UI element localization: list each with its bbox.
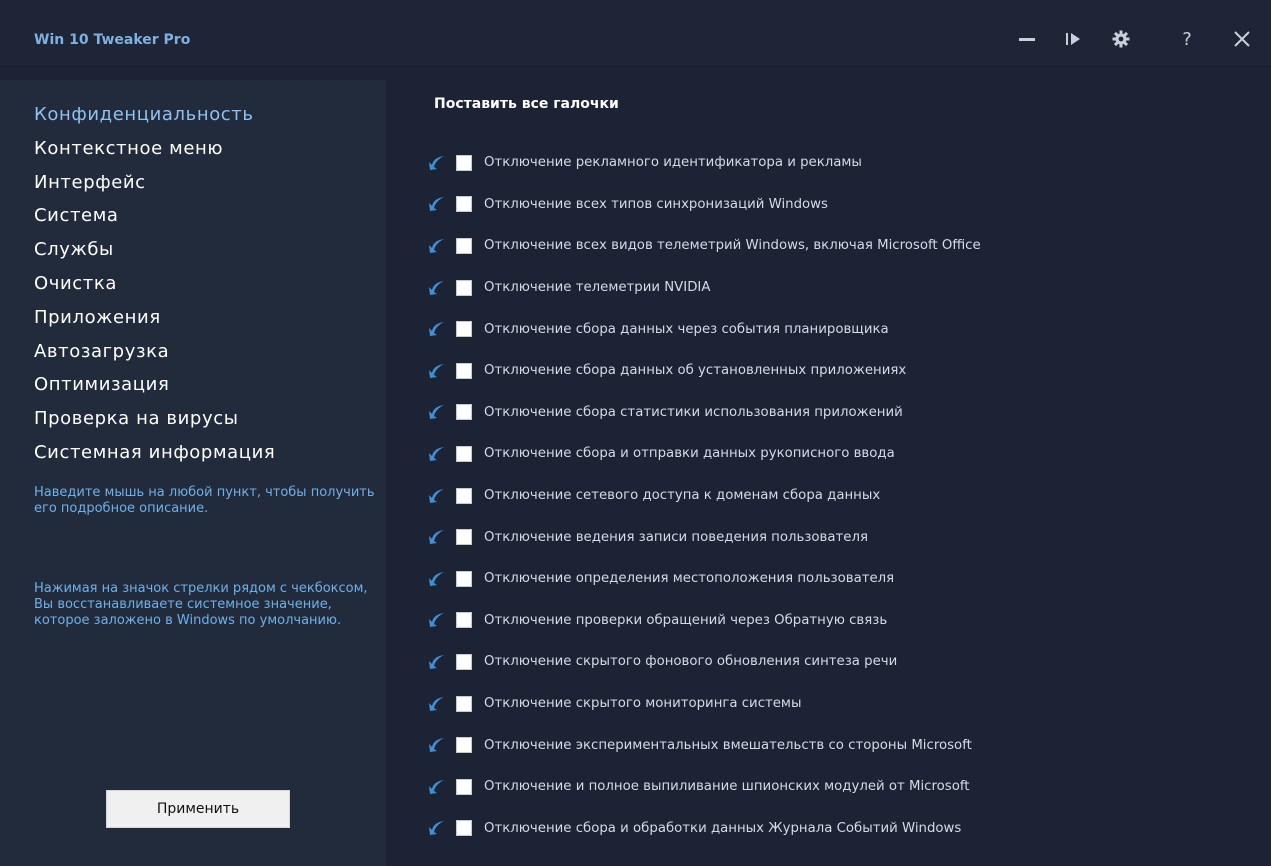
hover-hint: Наведите мышь на любой пункт, чтобы полу… — [34, 485, 375, 516]
restore-default-icon[interactable] — [426, 526, 448, 548]
option-checkbox[interactable] — [456, 321, 472, 338]
restore-default-icon[interactable] — [426, 776, 448, 798]
restore-default-icon[interactable] — [426, 277, 448, 299]
main-panel: Поставить все галочки Отключение рекламн… — [386, 80, 1271, 866]
option-row: Отключение экспериментальных вмешательст… — [426, 724, 981, 766]
option-checkbox[interactable] — [456, 778, 472, 795]
option-label[interactable]: Отключение сетевого доступа к доменам сб… — [484, 488, 880, 503]
sidebar-item[interactable]: Службы — [34, 233, 275, 267]
option-row: Отключение и полное выпиливание шпионски… — [426, 766, 981, 808]
sidebar-item[interactable]: Системная информация — [34, 436, 275, 470]
sidebar-item[interactable]: Оптимизация — [34, 368, 275, 402]
option-label[interactable]: Отключение всех видов телеметрий Windows… — [484, 238, 981, 253]
minimize-icon[interactable] — [1016, 26, 1038, 52]
option-label[interactable]: Отключение телеметрии NVIDIA — [484, 280, 710, 295]
sidebar: Конфиденциальность Контекстное меню Интерф… — [0, 80, 386, 866]
sidebar-item[interactable]: Система — [34, 199, 275, 233]
option-row: Отключение телеметрии NVIDIA — [426, 267, 981, 309]
option-label[interactable]: Отключение сбора статистики использовани… — [484, 405, 903, 420]
restore-default-icon[interactable] — [426, 401, 448, 423]
option-label[interactable]: Отключение ведения записи поведения поль… — [484, 530, 868, 545]
option-label[interactable]: Отключение экспериментальных вмешательст… — [484, 738, 972, 753]
restore-default-icon[interactable] — [426, 152, 448, 174]
sidebar-item[interactable]: Конфиденциальность — [34, 98, 275, 132]
restore-default-icon[interactable] — [426, 193, 448, 215]
option-row: Отключение сбора данных об установленных… — [426, 350, 981, 392]
option-row: Отключение всех видов телеметрий Windows… — [426, 225, 981, 267]
option-checkbox[interactable] — [456, 570, 472, 587]
help-glyph: ? — [1182, 28, 1192, 50]
option-row: Отключение сбора и обработки данных Журн… — [426, 808, 981, 850]
restore-default-icon[interactable] — [426, 485, 448, 507]
apply-button[interactable]: Применить — [106, 790, 290, 828]
option-checkbox[interactable] — [456, 487, 472, 504]
title-bar: Win 10 Tweaker Pro ? — [0, 0, 1271, 67]
sidebar-item[interactable]: Приложения — [34, 301, 275, 335]
option-checkbox[interactable] — [456, 154, 472, 171]
option-row: Отключение сетевого доступа к доменам сб… — [426, 475, 981, 517]
option-label[interactable]: Отключение и полное выпиливание шпионски… — [484, 779, 970, 794]
restore-default-icon[interactable] — [426, 734, 448, 756]
app-window: Win 10 Tweaker Pro ? Конфиденциальность … — [0, 0, 1271, 866]
option-row: Отключение рекламного идентификатора и р… — [426, 142, 981, 184]
option-label[interactable]: Отключение сбора и обработки данных Журн… — [484, 821, 961, 836]
sidebar-item[interactable]: Контекстное меню — [34, 132, 275, 166]
option-label[interactable]: Отключение сбора данных об установленных… — [484, 363, 906, 378]
option-row: Отключение скрытого мониторинга системы — [426, 683, 981, 725]
option-label[interactable]: Отключение сбора данных через события пл… — [484, 322, 889, 337]
option-label[interactable]: Отключение проверки обращений через Обра… — [484, 613, 887, 628]
restore-default-icon[interactable] — [426, 693, 448, 715]
option-checkbox[interactable] — [456, 237, 472, 254]
sidebar-item[interactable]: Автозагрузка — [34, 335, 275, 369]
restore-default-icon[interactable] — [426, 568, 448, 590]
option-checkbox[interactable] — [456, 737, 472, 754]
restore-hint: Нажимая на значок стрелки рядом с чекбок… — [34, 581, 368, 628]
option-label[interactable]: Отключение скрытого фонового обновления … — [484, 654, 897, 669]
restore-default-icon[interactable] — [426, 609, 448, 631]
sidebar-item[interactable]: Очистка — [34, 267, 275, 301]
option-label[interactable]: Отключение всех типов синхронизаций Wind… — [484, 197, 828, 212]
option-row: Отключение сбора данных через события пл… — [426, 308, 981, 350]
help-icon[interactable]: ? — [1176, 26, 1198, 52]
gear-icon[interactable] — [1110, 26, 1132, 52]
option-row: Отключение сбора и отправки данных рукоп… — [426, 433, 981, 475]
option-checkbox[interactable] — [456, 445, 472, 462]
option-checkbox[interactable] — [456, 279, 472, 296]
option-row: Отключение всех типов синхронизаций Wind… — [426, 184, 981, 226]
check-all-link[interactable]: Поставить все галочки — [434, 96, 619, 112]
option-row: Отключение сбора статистики использовани… — [426, 392, 981, 434]
restore-default-icon[interactable] — [426, 443, 448, 465]
option-label[interactable]: Отключение сбора и отправки данных рукоп… — [484, 446, 895, 461]
restore-default-icon[interactable] — [426, 235, 448, 257]
restore-default-icon[interactable] — [426, 817, 448, 839]
option-checkbox[interactable] — [456, 612, 472, 629]
restore-default-icon[interactable] — [426, 318, 448, 340]
restore-default-icon[interactable] — [426, 651, 448, 673]
option-label[interactable]: Отключение скрытого мониторинга системы — [484, 696, 801, 711]
option-row: Отключение скрытого фонового обновления … — [426, 641, 981, 683]
option-checkbox[interactable] — [456, 196, 472, 213]
close-icon[interactable] — [1230, 26, 1254, 52]
option-checkbox[interactable] — [456, 529, 472, 546]
option-checkbox[interactable] — [456, 695, 472, 712]
sidebar-item[interactable]: Проверка на вирусы — [34, 402, 275, 436]
option-checkbox[interactable] — [456, 404, 472, 421]
option-label[interactable]: Отключение определения местоположения по… — [484, 571, 894, 586]
option-row: Отключение ведения записи поведения поль… — [426, 516, 981, 558]
option-label[interactable]: Отключение рекламного идентификатора и р… — [484, 155, 862, 170]
option-checkbox[interactable] — [456, 362, 472, 379]
sidebar-nav: Конфиденциальность Контекстное меню Интерф… — [34, 98, 275, 470]
option-row: Отключение определения местоположения по… — [426, 558, 981, 600]
play-icon[interactable] — [1062, 26, 1084, 52]
app-title: Win 10 Tweaker Pro — [34, 32, 191, 48]
option-list: Отключение рекламного идентификатора и р… — [426, 142, 981, 849]
option-row: Отключение проверки обращений через Обра… — [426, 600, 981, 642]
option-checkbox[interactable] — [456, 653, 472, 670]
sidebar-item[interactable]: Интерфейс — [34, 166, 275, 200]
option-checkbox[interactable] — [456, 820, 472, 837]
restore-default-icon[interactable] — [426, 360, 448, 382]
